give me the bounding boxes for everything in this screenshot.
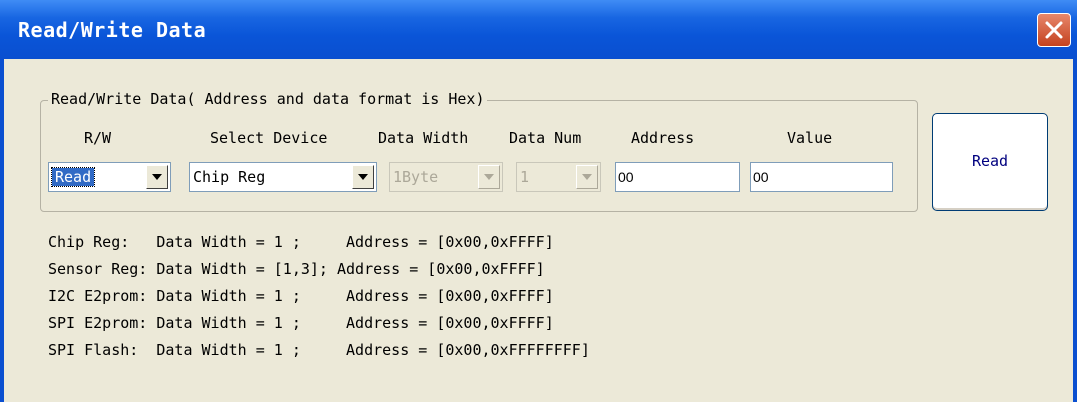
info-line-spi-e2prom: SPI E2prom: Data Width = 1 ; Address = [… [48, 314, 554, 332]
rw-select[interactable]: Read [48, 162, 171, 192]
chevron-down-icon [152, 174, 162, 180]
data-num-column-label: Data Num [509, 129, 582, 147]
value-value: 00 [753, 169, 769, 185]
device-select[interactable]: Chip Reg [189, 162, 377, 192]
data-width-selected-value: 1Byte [393, 168, 439, 186]
device-selected-value: Chip Reg [193, 168, 266, 186]
read-button-label: Read [971, 152, 1009, 170]
info-line-i2c-e2prom: I2C E2prom: Data Width = 1 ; Address = [… [48, 287, 554, 305]
data-num-select: 1 [516, 162, 601, 192]
data-width-dropdown-button [478, 165, 500, 189]
window-title: Read/Write Data [18, 18, 207, 42]
read-write-groupbox [40, 100, 918, 212]
info-line-spi-flash: SPI Flash: Data Width = 1 ; Address = [0… [48, 341, 590, 359]
data-width-column-label: Data Width [378, 129, 469, 147]
address-value: 00 [618, 169, 634, 185]
value-input[interactable]: 00 [750, 162, 893, 192]
select-device-column-label: Select Device [210, 129, 328, 147]
device-dropdown-button[interactable] [352, 165, 374, 189]
close-button[interactable] [1037, 13, 1071, 47]
data-width-select: 1Byte [389, 162, 503, 192]
rw-column-label: R/W [84, 129, 112, 147]
read-write-data-dialog: Read/Write Data Read/Write Data( Address… [0, 0, 1077, 402]
info-line-sensor-reg: Sensor Reg: Data Width = [1,3]; Address … [48, 260, 545, 278]
rw-dropdown-button[interactable] [146, 165, 168, 189]
chevron-down-icon [582, 174, 592, 180]
address-input[interactable]: 00 [615, 162, 740, 192]
dialog-body: Read/Write Data( Address and data format… [4, 59, 1073, 402]
value-column-label: Value [787, 129, 833, 147]
rw-selected-value: Read [50, 167, 96, 187]
data-num-selected-value: 1 [520, 168, 530, 186]
close-icon [1045, 21, 1063, 39]
chevron-down-icon [358, 174, 368, 180]
info-line-chip-reg: Chip Reg: Data Width = 1 ; Address = [0x… [48, 233, 554, 251]
address-column-label: Address [631, 129, 695, 147]
chevron-down-icon [484, 174, 494, 180]
window-border-right [1073, 59, 1077, 402]
data-num-dropdown-button [576, 165, 598, 189]
groupbox-label: Read/Write Data( Address and data format… [48, 90, 488, 108]
title-bar[interactable]: Read/Write Data [0, 0, 1077, 59]
read-button[interactable]: Read [932, 113, 1048, 211]
